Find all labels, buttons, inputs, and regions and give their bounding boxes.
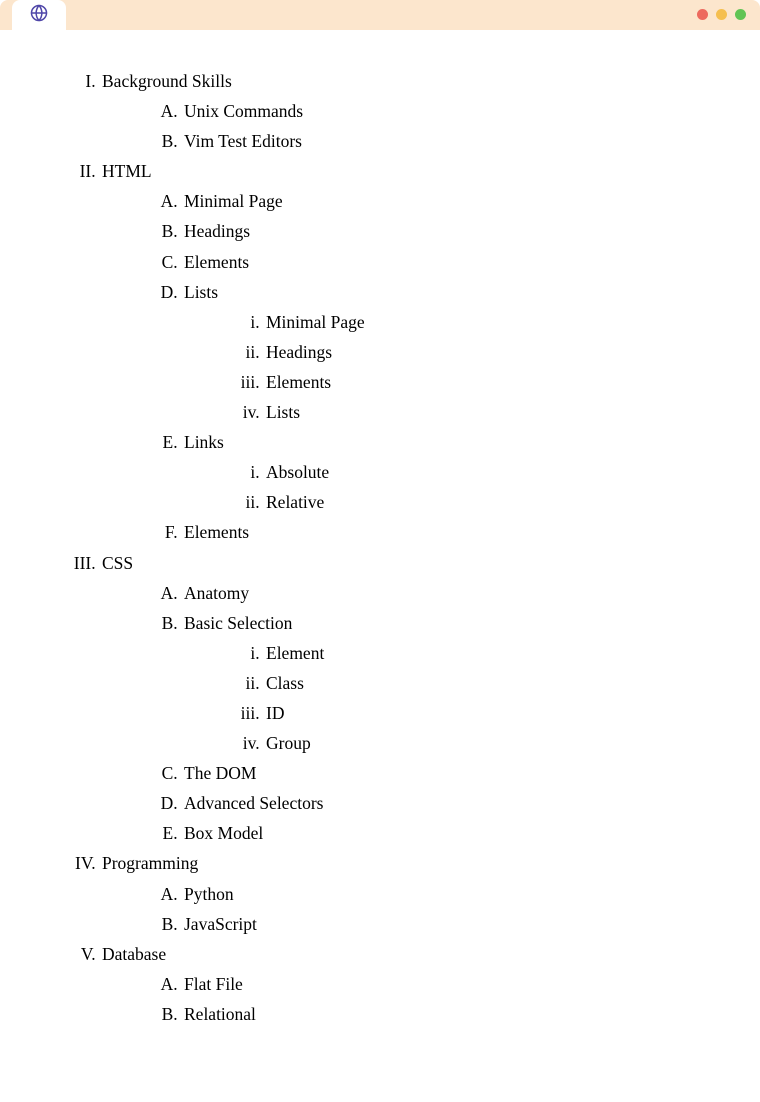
list-item: Minimal Page bbox=[182, 186, 700, 216]
outline-level-2: Unix Commands Vim Test Editors bbox=[102, 96, 700, 156]
list-item: Elements bbox=[264, 367, 700, 397]
list-item: Lists Minimal Page Headings Elements Lis… bbox=[182, 277, 700, 427]
list-item: The DOM bbox=[182, 758, 700, 788]
list-item: Links Absolute Relative bbox=[182, 427, 700, 517]
item-label: Lists bbox=[266, 402, 300, 422]
item-label: HTML bbox=[102, 161, 152, 181]
list-item: Relative bbox=[264, 487, 700, 517]
item-label: The DOM bbox=[184, 763, 256, 783]
list-item: Elements bbox=[182, 517, 700, 547]
item-label: CSS bbox=[102, 553, 133, 573]
document-content: Background Skills Unix Commands Vim Test… bbox=[0, 30, 760, 1069]
list-item: Basic Selection Element Class ID Group bbox=[182, 608, 700, 758]
list-item: Flat File bbox=[182, 969, 700, 999]
item-label: Elements bbox=[184, 522, 249, 542]
list-item: Minimal Page bbox=[264, 307, 700, 337]
item-label: Minimal Page bbox=[266, 312, 365, 332]
outline-level-2: Minimal Page Headings Elements Lists Min… bbox=[102, 186, 700, 547]
window-maximize-button[interactable] bbox=[735, 9, 746, 20]
list-item: Headings bbox=[264, 337, 700, 367]
list-item: HTML Minimal Page Headings Elements List… bbox=[100, 156, 700, 547]
list-item: Relational bbox=[182, 999, 700, 1029]
item-label: Relative bbox=[266, 492, 324, 512]
outline-level-2: Anatomy Basic Selection Element Class ID… bbox=[102, 578, 700, 849]
globe-icon bbox=[30, 4, 48, 27]
list-item: Background Skills Unix Commands Vim Test… bbox=[100, 66, 700, 156]
item-label: Relational bbox=[184, 1004, 256, 1024]
list-item: Element bbox=[264, 638, 700, 668]
item-label: Minimal Page bbox=[184, 191, 283, 211]
item-label: Database bbox=[102, 944, 166, 964]
browser-tab[interactable] bbox=[12, 0, 66, 30]
item-label: Advanced Selectors bbox=[184, 793, 323, 813]
list-item: Vim Test Editors bbox=[182, 126, 700, 156]
item-label: Python bbox=[184, 884, 234, 904]
item-label: Lists bbox=[184, 282, 218, 302]
item-label: Element bbox=[266, 643, 324, 663]
list-item: Unix Commands bbox=[182, 96, 700, 126]
item-label: Background Skills bbox=[102, 71, 232, 91]
list-item: Database Flat File Relational bbox=[100, 939, 700, 1029]
list-item: JavaScript bbox=[182, 909, 700, 939]
item-label: Anatomy bbox=[184, 583, 249, 603]
item-label: Basic Selection bbox=[184, 613, 292, 633]
outline-level-1: Background Skills Unix Commands Vim Test… bbox=[60, 66, 700, 1029]
list-item: Class bbox=[264, 668, 700, 698]
list-item: Anatomy bbox=[182, 578, 700, 608]
list-item: Programming Python JavaScript bbox=[100, 848, 700, 938]
outline-level-3: Absolute Relative bbox=[184, 457, 700, 517]
item-label: Elements bbox=[266, 372, 331, 392]
item-label: Box Model bbox=[184, 823, 263, 843]
window-close-button[interactable] bbox=[697, 9, 708, 20]
item-label: Unix Commands bbox=[184, 101, 303, 121]
window-minimize-button[interactable] bbox=[716, 9, 727, 20]
list-item: Lists bbox=[264, 397, 700, 427]
item-label: Elements bbox=[184, 252, 249, 272]
item-label: Vim Test Editors bbox=[184, 131, 302, 151]
item-label: Headings bbox=[266, 342, 332, 362]
item-label: Group bbox=[266, 733, 311, 753]
outline-level-3: Element Class ID Group bbox=[184, 638, 700, 758]
item-label: Absolute bbox=[266, 462, 329, 482]
item-label: Headings bbox=[184, 221, 250, 241]
item-label: ID bbox=[266, 703, 284, 723]
item-label: Programming bbox=[102, 853, 198, 873]
outline-level-2: Flat File Relational bbox=[102, 969, 700, 1029]
list-item: ID bbox=[264, 698, 700, 728]
item-label: Class bbox=[266, 673, 304, 693]
item-label: JavaScript bbox=[184, 914, 257, 934]
list-item: Elements bbox=[182, 247, 700, 277]
list-item: CSS Anatomy Basic Selection Element Clas… bbox=[100, 548, 700, 849]
list-item: Absolute bbox=[264, 457, 700, 487]
outline-level-3: Minimal Page Headings Elements Lists bbox=[184, 307, 700, 427]
outline-level-2: Python JavaScript bbox=[102, 879, 700, 939]
list-item: Advanced Selectors bbox=[182, 788, 700, 818]
list-item: Group bbox=[264, 728, 700, 758]
list-item: Python bbox=[182, 879, 700, 909]
window-controls bbox=[697, 9, 746, 20]
list-item: Box Model bbox=[182, 818, 700, 848]
item-label: Links bbox=[184, 432, 224, 452]
list-item: Headings bbox=[182, 216, 700, 246]
browser-chrome bbox=[0, 0, 760, 30]
item-label: Flat File bbox=[184, 974, 243, 994]
